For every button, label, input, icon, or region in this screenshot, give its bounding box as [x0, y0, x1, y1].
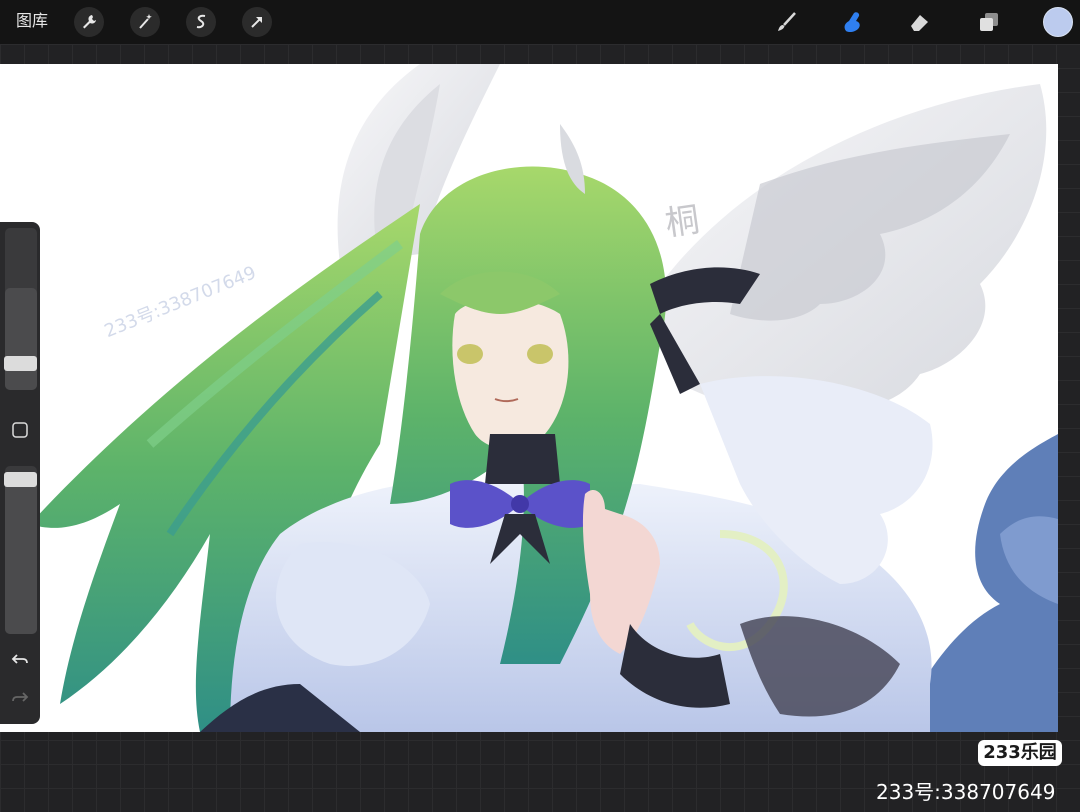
- opacity-slider-fill: [5, 476, 37, 634]
- wrench-icon: [83, 15, 96, 29]
- id-watermark: 233号:338707649: [876, 780, 1056, 804]
- top-toolbar: 图库: [0, 0, 1080, 44]
- redo-button[interactable]: [8, 686, 32, 710]
- undo-icon: [11, 654, 28, 664]
- square-icon: [12, 422, 28, 438]
- eye-left: [457, 344, 483, 364]
- layers-button[interactable]: [974, 7, 1004, 37]
- smudge-icon: [844, 12, 860, 33]
- eraser-button[interactable]: [904, 7, 934, 37]
- left-sidebar: [0, 222, 40, 724]
- brand-watermark: 233乐园: [978, 740, 1062, 766]
- wing-right: [640, 84, 1047, 413]
- brush-size-thumb[interactable]: [4, 356, 37, 371]
- adjustments-button[interactable]: [130, 7, 160, 37]
- transform-button[interactable]: [242, 7, 272, 37]
- drawing-canvas[interactable]: 233号:338707649 桐 桐: [0, 64, 1058, 732]
- opacity-thumb[interactable]: [4, 472, 37, 487]
- magic-wand-icon: [139, 14, 152, 29]
- color-swatch-button[interactable]: [1043, 7, 1073, 37]
- smudge-button[interactable]: [838, 7, 868, 37]
- modify-button[interactable]: [8, 418, 32, 442]
- gallery-button[interactable]: 图库: [16, 10, 48, 32]
- selection-button[interactable]: [186, 7, 216, 37]
- transform-arrow-icon: [251, 17, 262, 28]
- eraser-icon: [911, 15, 928, 31]
- opacity-slider[interactable]: [5, 466, 37, 634]
- undo-button[interactable]: [8, 648, 32, 672]
- redo-icon: [12, 692, 29, 702]
- eye-right: [527, 344, 553, 364]
- artist-signature-top: 桐: [662, 199, 703, 245]
- selection-icon: [196, 14, 206, 29]
- layers-icon: [980, 13, 998, 31]
- actions-button[interactable]: [74, 7, 104, 37]
- brush-size-slider-fill: [5, 288, 37, 390]
- brush-button[interactable]: [772, 7, 802, 37]
- brush-icon: [778, 12, 796, 31]
- artwork: [30, 64, 1058, 732]
